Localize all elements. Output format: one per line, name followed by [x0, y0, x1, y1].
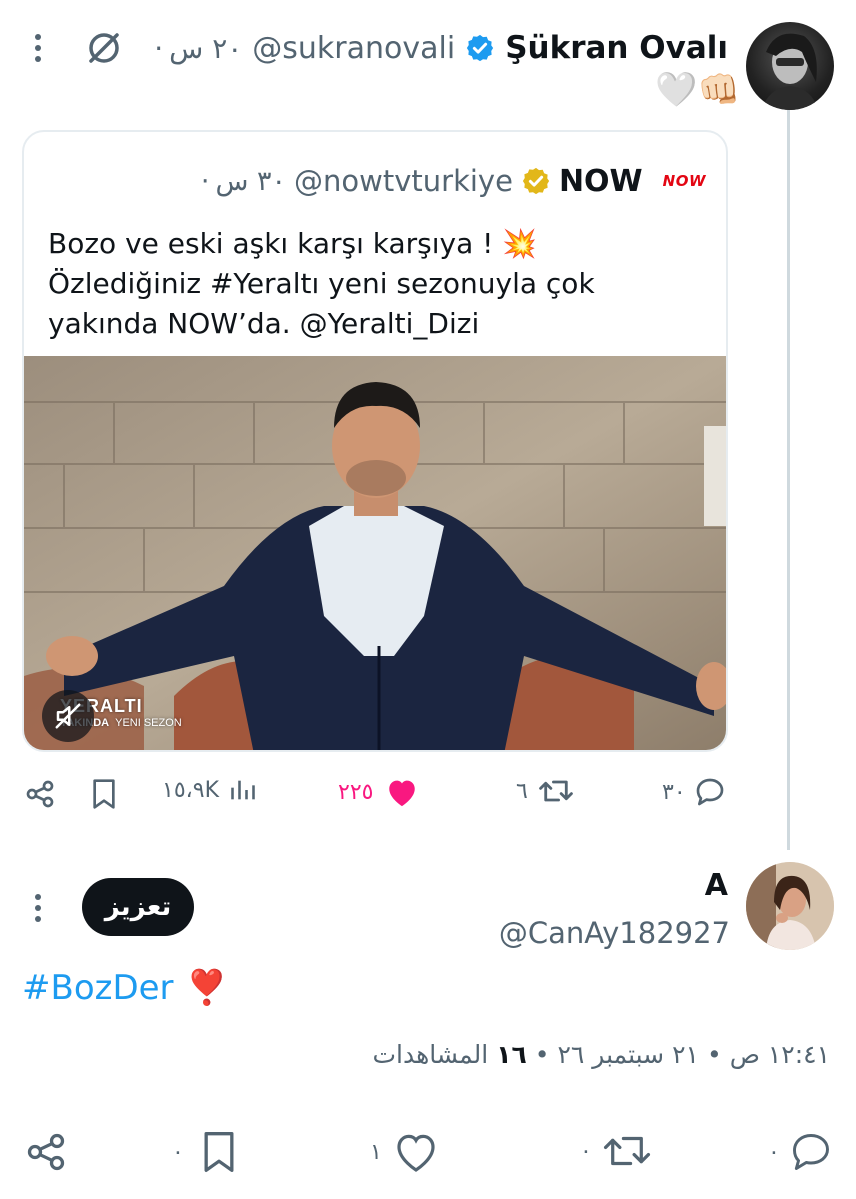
reply-author-avatar[interactable] — [746, 862, 834, 950]
quoted-tweet-text-line: Özlediğiniz #Yeraltı yeni sezonuyla çok — [48, 267, 595, 300]
main-tweet-action-bar: ١٥،٩K ٢٢٥ ٦ ٣٠ — [22, 772, 728, 818]
quoted-tweet-time: ٣٠ س — [215, 165, 287, 197]
separator-dot: · — [154, 31, 164, 65]
now-brand-logo: NOW — [662, 172, 706, 190]
reply-author-display-name[interactable]: A — [600, 868, 728, 903]
reply-meta-line: ١٢:٤١ ص • ٢١ سبتمبر ٢٦ • ١٦ المشاهدات — [300, 1040, 830, 1069]
retweet-action[interactable]: ٠ — [580, 1130, 652, 1172]
tweet-time: ٢٠ س — [169, 31, 243, 65]
like-action[interactable]: ٢٢٥ — [338, 776, 419, 808]
video-player[interactable]: YERALTI YAKINDA YENI SEZON — [24, 356, 726, 750]
views-action[interactable]: ١٥،٩K — [162, 776, 257, 804]
quoted-tweet-text-line: yakında NOW’da. @Yeralti_Dizi — [48, 307, 480, 340]
retweet-icon — [602, 1130, 652, 1172]
mute-button[interactable] — [42, 690, 94, 742]
show-new-season: YENI SEZON — [115, 717, 182, 729]
reply-count: ٣٠ — [662, 779, 686, 805]
bookmark-action[interactable]: ٠ — [172, 1130, 238, 1174]
quoted-tweet-text-line: Bozo ve eski aşkı karşı karşıya ! 💥 — [48, 227, 538, 260]
reply-count: ٠ — [768, 1139, 780, 1165]
like-count: ١ — [370, 1139, 382, 1165]
views-count: ١٥،٩K — [162, 777, 219, 803]
thread-connector-line — [787, 110, 790, 850]
quoted-tweet-header: ٣٠ س · @nowtvturkiye NOW NOW — [24, 160, 706, 202]
retweet-action[interactable]: ٦ — [516, 776, 574, 806]
like-action[interactable]: ١ — [370, 1130, 440, 1174]
meta-separator: • — [534, 1040, 550, 1069]
author-handle[interactable]: @sukranovali — [252, 31, 455, 66]
reply-views-count: ١٦ — [496, 1040, 527, 1069]
main-tweet-header: ٢٠ س · @sukranovali Şükran Ovalı — [20, 28, 730, 68]
reply-views-label: المشاهدات — [372, 1040, 489, 1069]
share-icon[interactable] — [22, 1128, 70, 1176]
author-avatar[interactable] — [746, 22, 834, 110]
grok-icon[interactable] — [84, 28, 124, 68]
speaker-muted-icon — [55, 703, 81, 729]
verified-badge-icon — [465, 33, 495, 63]
heart-outline-icon — [392, 1130, 440, 1174]
quoted-author-display-name[interactable]: NOW — [559, 164, 643, 199]
reply-emoji: ❣️ — [185, 968, 228, 1008]
more-options-icon[interactable] — [28, 30, 48, 66]
reply-action[interactable]: ٠ — [768, 1130, 834, 1174]
tweet-emoji-text: 🤍👊🏻 — [655, 70, 740, 110]
video-frame-image — [24, 356, 726, 750]
reply-time: ١٢:٤١ ص — [729, 1040, 830, 1069]
bookmark-icon — [200, 1130, 238, 1174]
share-icon[interactable] — [22, 776, 58, 812]
quoted-author-handle[interactable]: @nowtvturkiye — [294, 164, 513, 198]
avatar-photo-icon — [762, 33, 818, 110]
quoted-tweet-card[interactable]: ٣٠ س · @nowtvturkiye NOW NOW Bozo ve esk… — [22, 130, 728, 752]
analytics-bars-icon — [229, 776, 257, 804]
retweet-count: ٦ — [516, 778, 528, 804]
meta-separator: • — [706, 1040, 722, 1069]
reply-action[interactable]: ٣٠ — [662, 776, 726, 808]
heart-filled-icon — [385, 776, 419, 808]
like-count: ٢٢٥ — [338, 779, 374, 805]
more-options-icon[interactable] — [28, 890, 48, 926]
quoted-tweet-text: Bozo ve eski aşkı karşı karşıya ! 💥 Özle… — [48, 224, 708, 344]
bookmark-count: ٠ — [172, 1139, 184, 1165]
reply-bubble-icon — [788, 1130, 834, 1174]
bookmark-icon[interactable] — [86, 776, 122, 812]
author-display-name[interactable]: Şükran Ovalı — [505, 30, 728, 66]
reply-bubble-icon — [694, 776, 726, 808]
separator-dot: · — [200, 165, 210, 197]
reply-date: ٢١ سبتمبر ٢٦ — [557, 1040, 699, 1069]
reply-hashtag-link[interactable]: #BozDer — [22, 968, 174, 1008]
gold-verified-badge-icon — [521, 166, 551, 196]
avatar-photo-icon — [746, 862, 834, 950]
reply-tweet-text: #BozDer ❣️ — [22, 968, 228, 1008]
retweet-icon — [538, 776, 574, 806]
reply-author-handle[interactable]: @CanAy182927 — [430, 916, 730, 950]
reply-action-bar: ٠ ١ ٠ ٠ — [22, 1126, 834, 1180]
promote-button[interactable]: تعزيز — [82, 878, 194, 936]
retweet-count: ٠ — [580, 1138, 592, 1164]
